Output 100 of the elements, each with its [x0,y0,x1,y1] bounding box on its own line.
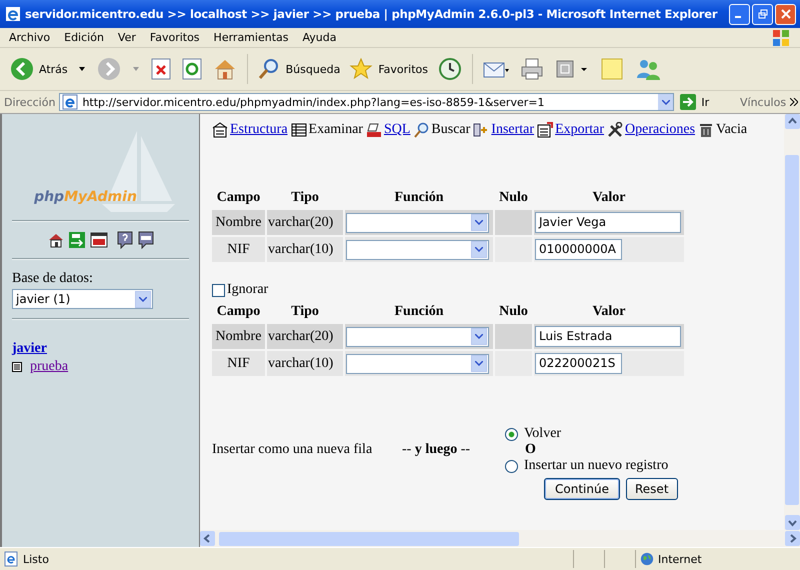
horizontal-scrollbar[interactable] [200,530,800,547]
ignore-checkbox[interactable] [212,284,225,296]
zone-label: Internet [658,552,702,566]
table-icon [290,122,307,138]
value-input[interactable]: Luis Estrada [535,326,681,347]
insert-mode-label: Insertar como una nueva fila [212,442,374,458]
search-icon [256,57,281,81]
or-label: O [525,442,537,458]
search-icon [413,122,430,138]
menu-item[interactable]: Ayuda [295,31,344,44]
table-cell: Nombre [212,210,265,235]
table-cell: varchar(20) [267,324,343,349]
column-header: Función [393,189,444,207]
sql-window-icon[interactable] [90,232,108,248]
menu-item[interactable]: Archivo [2,31,58,44]
go-button[interactable]: Ir [678,94,728,110]
database-link[interactable]: javier [12,341,59,357]
windows-flag-icon [770,28,792,48]
address-field[interactable]: http://servidor.micentro.edu/phpmyadmin/index.php?lang=es-iso-8859-1&server=1 [59,93,674,111]
scroll-up-icon[interactable] [784,114,800,129]
table-cell: NIF [212,237,265,262]
value-input[interactable]: Javier Vega [535,212,681,233]
function-select[interactable] [346,212,489,232]
tab-label: Vacia [716,122,748,138]
exit-icon[interactable] [68,232,84,248]
links-button[interactable]: Vínculos [740,96,786,108]
tab-label: Examinar [308,122,363,138]
logo-text[interactable]: phpMyAdmin [34,189,137,205]
table-cell: varchar(10) [267,351,343,376]
close-icon [780,9,790,19]
menu-item[interactable]: Ver [110,31,143,44]
column-header: Tipo [290,189,320,207]
tab-label: Buscar [431,122,470,138]
value-input[interactable]: 022200021S [535,353,622,374]
scroll-right-icon[interactable] [785,531,800,546]
table-cell: Nombre [212,324,265,349]
favorites-button[interactable]: Favoritos [347,55,430,83]
column-header: Campo [216,303,262,321]
then-label: -- y luego -- [402,442,472,458]
function-select[interactable] [346,354,489,374]
tab-link[interactable]: Insertar [491,122,534,138]
people-icon[interactable] [635,57,661,81]
column-header: Nulo [498,303,529,321]
menu-item[interactable]: Edición [57,31,111,44]
sql-icon [366,122,382,138]
column-header: Función [393,303,444,321]
function-select[interactable] [346,240,489,260]
table-icon [12,362,22,372]
radio-button[interactable] [505,428,518,440]
minimize-icon [735,16,741,18]
star-icon [349,57,374,81]
search-button[interactable]: Búsqueda [254,55,342,83]
export-icon [537,122,554,138]
home-icon[interactable] [48,232,64,248]
help-icon[interactable] [116,231,132,249]
radio-button[interactable] [505,460,518,472]
insert-icon [473,122,490,138]
struct-icon [212,122,228,138]
chevron-icon[interactable] [790,98,798,106]
table-link[interactable]: prueba [30,359,68,375]
vertical-scrollbar[interactable] [784,114,800,530]
address-label: Dirección [4,96,56,108]
printer-icon[interactable] [520,57,544,81]
column-header: Valor [592,303,626,321]
column-header: Valor [592,189,626,207]
close-button[interactable] [775,4,796,24]
tab-link[interactable]: Estructura [230,122,288,138]
radio-label: Insertar un nuevo registro [524,458,668,474]
scroll-left-icon[interactable] [200,531,215,546]
tab-link[interactable]: Operaciones [625,122,696,138]
tab-link[interactable]: Exportar [555,122,604,138]
function-select[interactable] [346,326,489,346]
column-header: Nulo [498,189,529,207]
caret-icon[interactable] [78,67,85,71]
history-icon[interactable] [438,57,462,81]
column-header: Tipo [290,303,320,321]
back-button[interactable]: Atrás [8,55,70,83]
menu-item[interactable]: Herramientas [206,31,296,44]
reset-button[interactable]: Reset [626,478,678,500]
minimize-button[interactable] [729,4,750,24]
page-icon [62,94,78,110]
tab-link[interactable]: SQL [384,122,410,138]
radio-label: Volver [524,426,562,442]
refresh-icon[interactable] [182,58,202,80]
restore-icon [758,9,768,19]
window-icon[interactable] [555,58,589,80]
browser-icon [5,6,21,22]
database-select[interactable]: javier (1) [12,289,153,309]
sql-help-icon[interactable] [138,231,154,249]
column-header: Campo [216,189,262,207]
continue-button[interactable]: Continúe [544,478,620,500]
ignore-label: Ignorar [227,282,268,298]
trash-icon [698,122,714,138]
maximize-button[interactable] [752,4,773,24]
window-title: servidor.micentro.edu >> localhost >> javier >> prueba | phpMyAdmin 2.6.0-pl3 - Microsoft Internet Explorer [25,7,718,21]
menu-item[interactable]: Favoritos [142,31,207,44]
stop-icon[interactable] [150,58,171,80]
value-input[interactable]: 010000000A [535,239,622,260]
table-cell: varchar(20) [267,210,343,235]
scroll-down-icon[interactable] [784,515,800,530]
